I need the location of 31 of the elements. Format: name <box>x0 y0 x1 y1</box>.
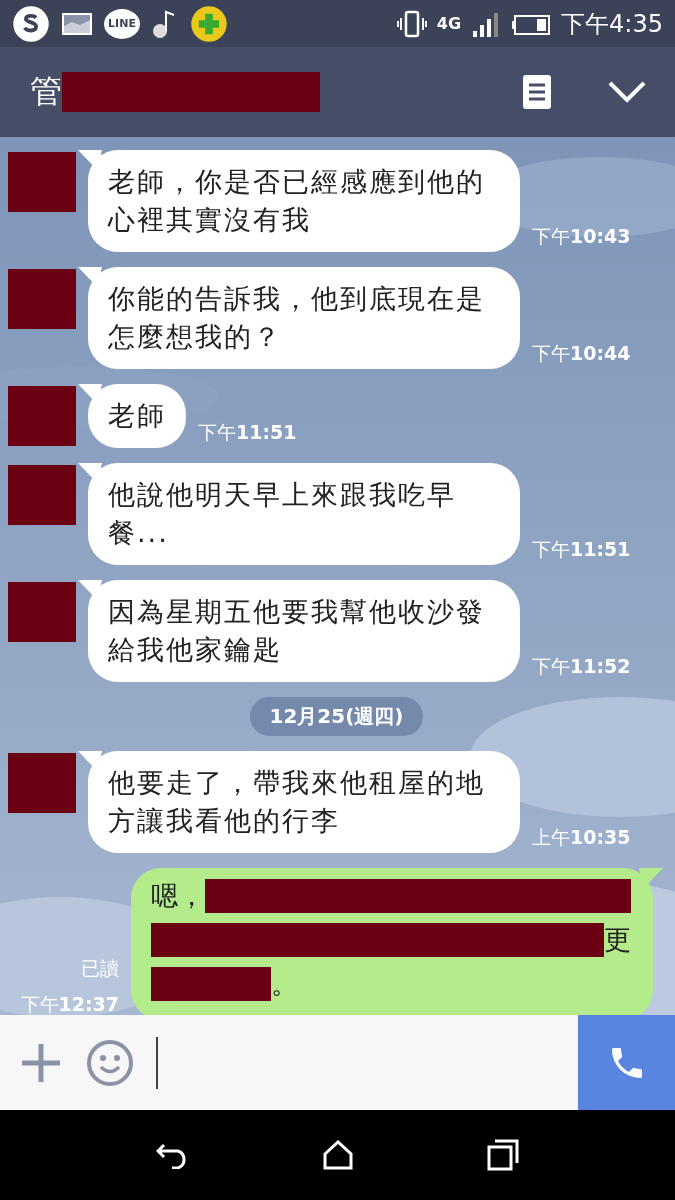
read-receipt: 已讀 <box>81 956 119 981</box>
notes-icon[interactable] <box>523 75 551 109</box>
call-button[interactable] <box>578 1015 675 1110</box>
chat-title: 管 <box>30 71 62 112</box>
chevron-down-icon[interactable] <box>607 80 647 104</box>
message-time: 下午11:51 <box>198 420 297 445</box>
vibrate-icon <box>396 8 427 39</box>
chat-bubble-icon: LINE <box>104 8 140 39</box>
recent-apps-icon[interactable] <box>486 1139 519 1171</box>
plus-icon[interactable] <box>20 1041 62 1084</box>
message-text: 老師 <box>108 399 166 433</box>
clock: 下午4:35 <box>561 8 663 40</box>
message-time: 下午12:37 <box>20 992 119 1015</box>
message-text: 老師，你是否已經感應到他的心裡其實沒有我 <box>108 165 486 237</box>
message-text: 他要走了，帶我來他租屋的地方讓我看他的行李 <box>108 766 486 838</box>
message-time: 下午10:44 <box>532 341 631 366</box>
message-text: 。 <box>271 967 298 1001</box>
message-time: 下午10:43 <box>532 224 631 249</box>
message-time: 上午10:35 <box>532 825 631 850</box>
message-text: 因為星期五他要我幫他收沙發給我他家鑰匙 <box>108 595 486 667</box>
message-time: 下午11:51 <box>532 537 631 562</box>
message-text: 他說他明天早上來跟我吃早餐... <box>108 478 457 550</box>
network-type: 4G <box>436 14 462 33</box>
message-text: 你能的告訴我，他到底現在是怎麼想我的？ <box>108 282 486 354</box>
message-text: 更 <box>604 923 631 957</box>
smiley-icon[interactable] <box>86 1038 134 1087</box>
message-text: 嗯， <box>151 879 205 913</box>
home-icon[interactable] <box>322 1140 355 1170</box>
plus-icon <box>190 4 228 43</box>
date-divider: 12月25(週四) <box>249 697 424 736</box>
message-time: 下午11:52 <box>532 654 631 679</box>
